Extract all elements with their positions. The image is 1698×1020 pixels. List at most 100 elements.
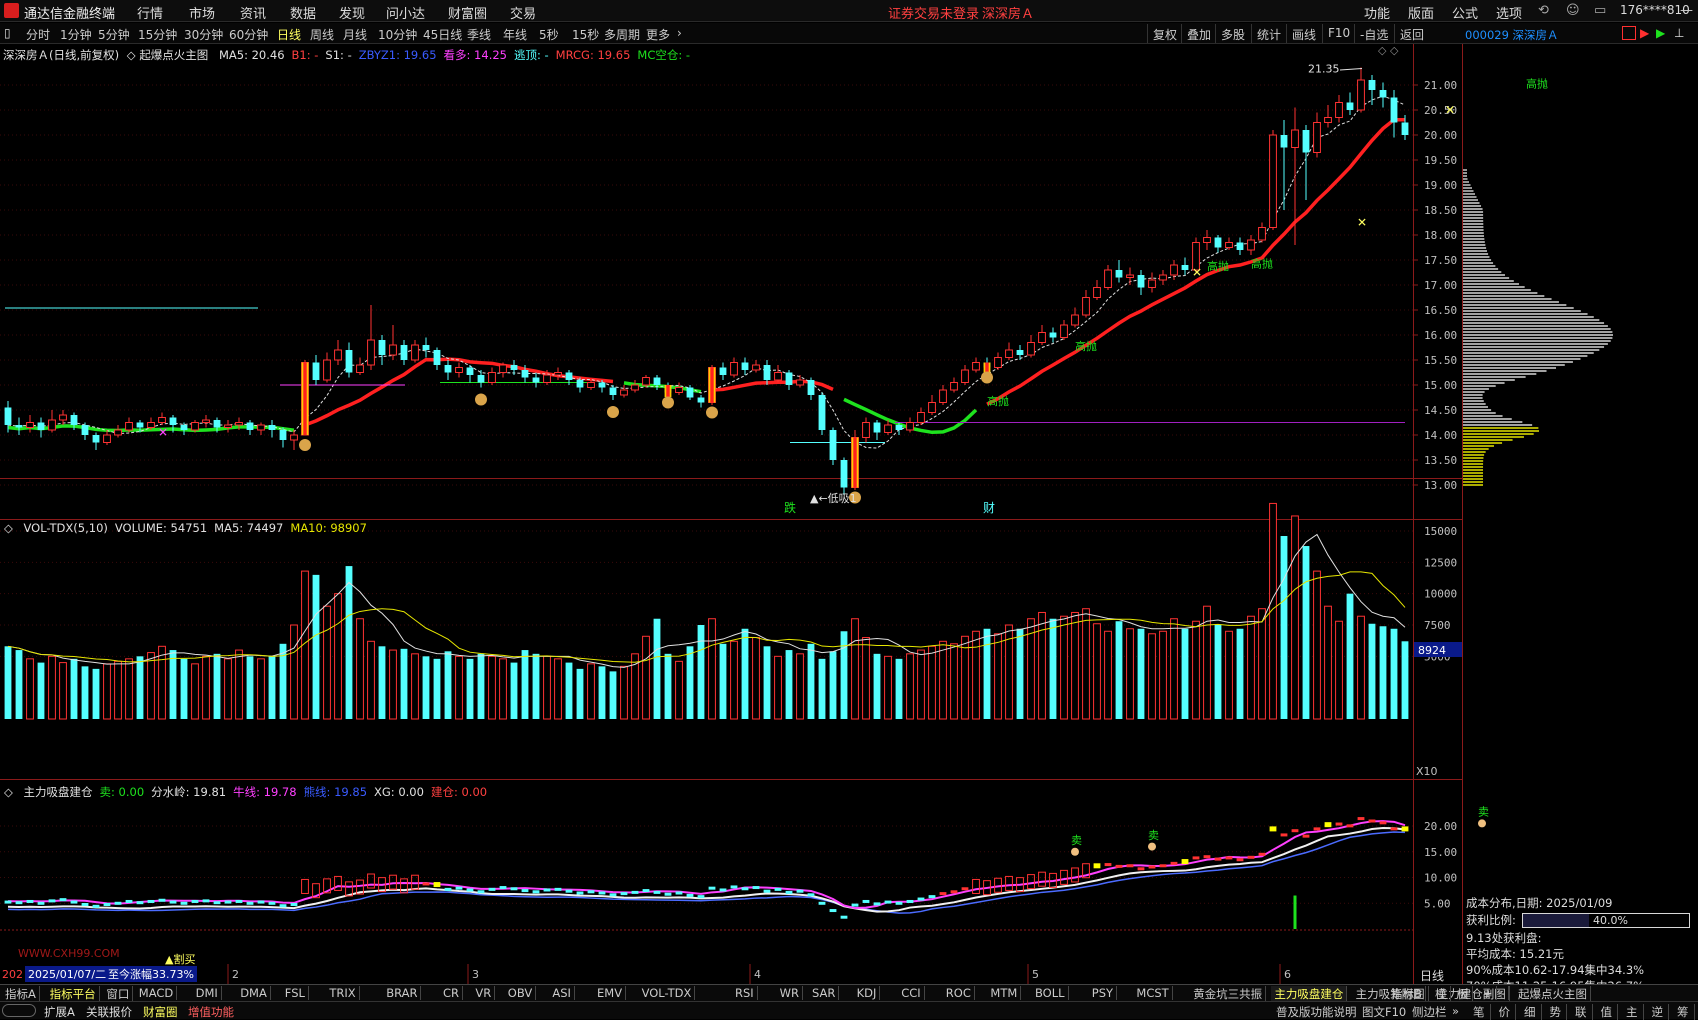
indicator-tab-11[interactable]: OBV [505,986,537,1000]
indicator-tab-0[interactable]: 指标A [2,986,40,1002]
side-tab-0[interactable]: 笔 [1468,1004,1491,1020]
right-menu-1[interactable]: 版面 [1408,3,1434,22]
more-arrow-icon[interactable]: › [677,26,682,40]
settings-icon[interactable]: ◇ ◇ [1378,44,1399,57]
indicator-tab-10[interactable]: VR [472,986,496,1000]
indicator-tab-19[interactable]: CCI [898,986,925,1000]
period-tab-7[interactable]: 周线 [310,26,334,43]
layout-icon[interactable]: ▯ [4,26,11,40]
side-tab-4[interactable]: 联 [1570,1004,1593,1020]
status-link-0[interactable]: 扩展A [44,1004,75,1020]
side-tab-5[interactable]: 值 [1596,1004,1618,1020]
toolbar-button-5[interactable]: F10 [1322,24,1355,43]
period-tab-2[interactable]: 5分钟 [98,26,130,43]
period-tab-15[interactable]: 多周期 [604,26,640,43]
minimize-icon[interactable]: — [1680,3,1693,18]
indicator-tab-14[interactable]: VOL-TDX [639,986,696,1000]
right-menu-3[interactable]: 选项 [1496,3,1522,22]
side-tab-2[interactable]: 细 [1519,1004,1542,1020]
status-link-1[interactable]: 关联报价 [86,1004,132,1020]
indicator-tab-16[interactable]: WR [777,986,803,1000]
sub-collapse-icon[interactable]: ◇ [4,785,13,799]
indicator-tab-30[interactable]: 指标B [1388,986,1426,1002]
right-menu-0[interactable]: 功能 [1364,3,1390,22]
period-tab-6[interactable]: 日线 [277,26,301,43]
indicator-tab-13[interactable]: EMV [594,986,627,1000]
indicator-tab-32[interactable]: 板 [1454,986,1473,1002]
side-tab-6[interactable]: 主 [1621,1004,1644,1020]
status-right-0[interactable]: 普及版功能说明 [1276,1004,1357,1020]
indicator-tab-23[interactable]: PSY [1089,986,1118,1000]
period-tab-12[interactable]: 年线 [503,26,527,43]
toolbar-button-7[interactable]: 返回 [1394,24,1429,43]
indicator-tab-21[interactable]: MTM [987,986,1022,1000]
toolbar-button-1[interactable]: 叠加 [1181,24,1216,43]
toolbar-button-0[interactable]: 复权 [1147,24,1182,43]
indicator-tab-17[interactable]: SAR [809,986,840,1000]
indicator-tab-4[interactable]: DMI [193,986,222,1000]
menu-5[interactable]: 问小达 [386,3,425,22]
status-right-2[interactable]: 侧边栏 [1412,1004,1447,1020]
user-icon[interactable]: ☺ [1566,3,1580,18]
chart-area[interactable]: 21.0020.5020.0019.5019.0018.5018.0017.50… [0,44,1698,984]
panel-icon[interactable] [1622,26,1636,40]
toolbar-button-3[interactable]: 统计 [1251,24,1286,43]
indicator-tab-26[interactable]: 主力吸盘建仓 [1271,986,1348,1002]
login-notice[interactable]: 证券交易未登录 [888,3,979,22]
side-tab-8[interactable]: 筹 [1672,1004,1695,1020]
period-tab-11[interactable]: 季线 [467,26,491,43]
indicator-tab-7[interactable]: TRIX [326,986,360,1000]
indicator-tab-18[interactable]: KDJ [854,986,881,1000]
toolbar-button-6[interactable]: -自选 [1354,24,1393,43]
period-tab-16[interactable]: 更多 [646,26,670,43]
menu-3[interactable]: 数据 [290,3,316,22]
indicator-tab-3[interactable]: MACD [136,986,178,1000]
indicator-tab-1[interactable]: 指标平台 [47,986,100,1002]
flag-icon[interactable]: ▶ [1640,26,1649,40]
period-tab-14[interactable]: 15秒 [572,26,599,43]
period-tab-4[interactable]: 30分钟 [184,26,223,43]
indicator-tab-5[interactable]: DMA [237,986,271,1000]
indicator-tab-9[interactable]: CR [440,986,464,1000]
menu-7[interactable]: 交易 [510,3,536,22]
side-tab-7[interactable]: 逆 [1647,1004,1669,1020]
indicator-tab-34[interactable]: - [1498,986,1510,1000]
indicator-tab-31[interactable]: 模 [1432,986,1451,1002]
period-tab-8[interactable]: 月线 [343,26,367,43]
indicator-tab-24[interactable]: MCST [1133,986,1173,1000]
pin-icon[interactable]: ⊥ [1674,26,1684,40]
toggle-switch[interactable] [2,1004,36,1017]
menu-1[interactable]: 市场 [189,3,215,22]
indicator-tab-20[interactable]: ROC [943,986,975,1000]
status-link-2[interactable]: 财富圈 [143,1004,178,1020]
indicator-tab-29[interactable]: 起爆点火主图 [1515,986,1591,1002]
indicator-tab-25[interactable]: 黄金坑三共振 [1190,986,1267,1002]
main-indicator-name[interactable]: 起爆点火主图 [139,48,208,62]
right-menu-2[interactable]: 公式 [1452,3,1478,22]
toolbar-button-4[interactable]: 画线 [1286,24,1321,43]
volume-collapse-icon[interactable]: ◇ [4,521,13,535]
period-tab-9[interactable]: 10分钟 [378,26,417,43]
chevron-right-icon[interactable]: » [1452,1004,1459,1018]
window-icon[interactable]: ▭ [1594,3,1606,18]
indicator-tab-15[interactable]: RSI [732,986,758,1000]
status-right-1[interactable]: 图文F10 [1362,1004,1406,1020]
indicator-tab-33[interactable]: + [1480,986,1497,1000]
period-tab-10[interactable]: 45日线 [423,26,462,43]
side-tab-3[interactable]: 势 [1545,1004,1567,1020]
toolbar-button-2[interactable]: 多股 [1215,24,1250,43]
indicator-tab-8[interactable]: BRAR [383,986,422,1000]
refresh-icon[interactable]: ⟲ [1538,3,1549,18]
indicator-tab-22[interactable]: BOLL [1032,986,1069,1000]
period-tab-1[interactable]: 1分钟 [60,26,92,43]
play-icon[interactable]: ▶ [1656,26,1665,40]
status-link-3[interactable]: 增值功能 [188,1004,234,1020]
menu-4[interactable]: 发现 [339,3,365,22]
indicator-tab-6[interactable]: FSL [282,986,309,1000]
period-tab-0[interactable]: 分时 [26,26,50,43]
side-tab-1[interactable]: 价 [1494,1004,1516,1020]
period-tab-13[interactable]: 5秒 [539,26,559,43]
menu-2[interactable]: 资讯 [240,3,266,22]
menu-6[interactable]: 财富圈 [448,3,487,22]
period-tab-5[interactable]: 60分钟 [229,26,268,43]
